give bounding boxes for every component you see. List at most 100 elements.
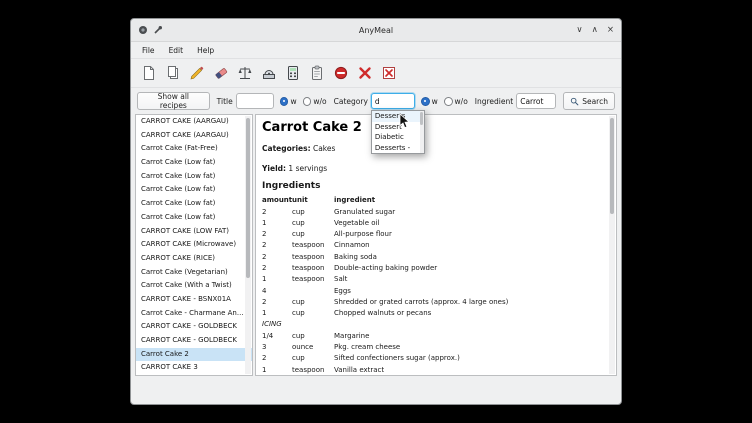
minimize-button[interactable]: ∨ [576, 26, 582, 35]
discard-button[interactable] [354, 63, 375, 84]
ingredient-name: Shredded or grated carrots (approx. 4 la… [334, 297, 606, 308]
title-filter-input[interactable] [236, 93, 274, 109]
title-with-radio[interactable] [280, 97, 289, 106]
ingredients-table-header: amount unit ingredient [262, 195, 606, 207]
recipe-list-item[interactable]: Carrot Cake (With a Twist) [136, 279, 252, 293]
convert-units-button[interactable] [258, 63, 279, 84]
recipe-list-item[interactable]: Carrot Cake 2 [136, 348, 252, 362]
recipe-list-scrollbar[interactable] [245, 116, 251, 374]
ingredient-amount: 2 [262, 252, 292, 263]
recipe-list-scrollbar-handle[interactable] [246, 118, 250, 278]
nutrition-calc-button[interactable] [282, 63, 303, 84]
show-all-recipes-button[interactable]: Show all recipes [137, 92, 210, 110]
ingredient-amount: ICING [262, 319, 292, 330]
dropdown-scrollbar[interactable] [420, 111, 424, 153]
ingredient-unit: teaspoon [292, 240, 334, 251]
close-button[interactable]: × [607, 26, 614, 35]
ingredient-row: 2 cup Shredded or grated carrots (approx… [262, 297, 606, 308]
search-button-label: Search [582, 97, 608, 106]
title-without-radio[interactable] [303, 97, 312, 106]
category-with-radio[interactable] [421, 97, 430, 106]
ingredients-heading: Ingredients [262, 181, 606, 192]
category-dropdown-item[interactable]: Diabetic [372, 132, 420, 143]
recipe-list-item[interactable]: CARROT CAKE 3 [136, 361, 252, 375]
close-box-icon [381, 65, 397, 81]
menu-item[interactable]: Help [190, 44, 221, 57]
ingredient-unit: cup [292, 353, 334, 364]
title-without-label: w/o [313, 97, 326, 106]
new-recipe-button[interactable] [138, 63, 159, 84]
mouse-cursor-pointer [399, 113, 410, 129]
copy-document-icon [165, 65, 181, 81]
ingredient-row: 4 Eggs [262, 286, 606, 297]
recipe-detail-scrollbar[interactable] [609, 116, 615, 374]
menu-item[interactable]: File [135, 44, 162, 57]
ingredient-name: Granulated sugar [334, 207, 606, 218]
category-filter-input[interactable] [371, 93, 415, 109]
ingredient-unit: cup [292, 229, 334, 240]
ingredient-name: Eggs [334, 286, 606, 297]
ingredient-amount: 4 [262, 286, 292, 297]
ingredient-column-header: ingredient [334, 195, 606, 207]
unit-column-header: unit [292, 195, 334, 207]
ingredient-row: 1 teaspoon Vanilla extract [262, 365, 606, 376]
copy-recipe-button[interactable] [162, 63, 183, 84]
recipe-list-item[interactable]: Carrot Cake (Fat-Free) [136, 142, 252, 156]
recipe-list-item[interactable]: CARROT CAKE (Microwave) [136, 238, 252, 252]
pin-icon[interactable] [153, 25, 163, 35]
recipe-title: Carrot Cake 2 [262, 120, 606, 135]
search-button[interactable]: Search [563, 92, 615, 110]
ingredient-amount: 2 [262, 207, 292, 218]
ingredient-amount: 3 [262, 342, 292, 353]
recipe-list-item[interactable]: Carrot Cake (Low fat) [136, 170, 252, 184]
database-button[interactable] [330, 63, 351, 84]
categories-label: Categories: [262, 144, 311, 153]
ingredients-table: 2 cup Granulated sugar 1 cup Vegetable o… [262, 207, 606, 376]
recipe-list-item[interactable]: CARROT CAKE (LOW FAT) [136, 225, 252, 239]
window-controls: ∨ ∧ × [576, 26, 614, 35]
recipe-list-item[interactable]: Carrot Cake (Low fat) [136, 211, 252, 225]
recipe-list-item[interactable]: CARROT CAKE - BSNX01A [136, 293, 252, 307]
recipe-list-panel: CARROT CAKE (AARGAU) CARROT CAKE (AARGAU… [135, 114, 253, 376]
ingredient-row: 2 cup Granulated sugar [262, 207, 606, 218]
category-without-radio[interactable] [444, 97, 453, 106]
category-dropdown-list: Desserts Dessert Diabetic Desserts - [372, 111, 424, 153]
ingredient-unit: teaspoon [292, 274, 334, 285]
recipe-detail-scrollbar-handle[interactable] [610, 118, 614, 214]
ingredient-row: 1 teaspoon Salt [262, 274, 606, 285]
ingredient-name: Margarine [334, 331, 606, 342]
recipe-list-item[interactable]: CARROT CAKE (RICE) [136, 252, 252, 266]
titlebar[interactable]: AnyMeal ∨ ∧ × [131, 19, 621, 42]
recipe-list-item[interactable]: Carrot Cake (Vegetarian) [136, 266, 252, 280]
category-dropdown-item[interactable]: Desserts - [372, 143, 420, 154]
recipe-list-item[interactable]: CARROT CAKE - GOLDBECK [136, 320, 252, 334]
dropdown-scrollbar-handle[interactable] [420, 112, 423, 125]
recipe-list-item[interactable]: CARROT CAKE (AARGAU) [136, 129, 252, 143]
recipe-list-item[interactable]: CARROT CAKE (AARGAU) [136, 115, 252, 129]
balance-scale-icon [237, 65, 253, 81]
recipe-list-item[interactable]: Carrot Cake - Charmane An... [136, 307, 252, 321]
ingredient-name: Cinnamon [334, 240, 606, 251]
ingredient-name: Salt [334, 274, 606, 285]
edit-recipe-button[interactable] [186, 63, 207, 84]
ingredient-name: Double-acting baking powder [334, 263, 606, 274]
quit-button[interactable] [378, 63, 399, 84]
erase-recipe-button[interactable] [210, 63, 231, 84]
ingredient-unit: teaspoon [292, 365, 334, 376]
recipe-list-item[interactable]: Carrot Cake (Low fat) [136, 197, 252, 211]
ingredient-filter-input[interactable] [516, 93, 556, 109]
category-dropdown-item[interactable]: Dessert [372, 122, 420, 133]
category-dropdown-item[interactable]: Desserts [372, 111, 420, 122]
ingredient-row: 2 teaspoon Baking soda [262, 252, 606, 263]
recipe-list-item[interactable]: Carrot Cake (Low fat) [136, 156, 252, 170]
recipe-list-item[interactable]: CARROT CAKE - GOLDBECK [136, 334, 252, 348]
ingredient-row: 1 cup Vegetable oil [262, 218, 606, 229]
maximize-button[interactable]: ∧ [592, 26, 598, 35]
recipe-list-item[interactable]: Carrot Cake (Low fat) [136, 183, 252, 197]
new-document-icon [141, 65, 157, 81]
ingredient-amount: 2 [262, 240, 292, 251]
scale-recipe-button[interactable] [234, 63, 255, 84]
shopping-list-button[interactable] [306, 63, 327, 84]
category-filter-label: Category [334, 97, 368, 106]
menu-item[interactable]: Edit [162, 44, 191, 57]
